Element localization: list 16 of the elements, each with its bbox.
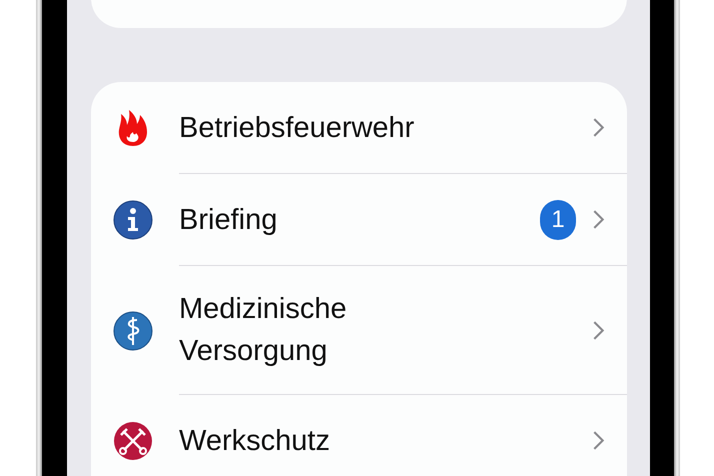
caduceus-icon (113, 310, 153, 350)
chevron-right-icon (592, 209, 605, 230)
info-icon (113, 200, 153, 240)
menu-label: Betriebsfeuerwehr (179, 110, 416, 146)
menu-label: Briefing (179, 202, 278, 238)
menu-item[interactable]: Betriebsfeuerwehr (113, 82, 627, 174)
menu-label: Medizinische Versorgung (179, 292, 348, 369)
chevron-right-icon (592, 430, 605, 451)
menu-label: Werkschutz (179, 424, 331, 458)
crossed-keys-icon (113, 420, 153, 460)
menu-item[interactable]: Werkschutz (113, 395, 627, 476)
notification-count: 1 (540, 200, 576, 240)
menu-item[interactable]: Medizinische Versorgung (113, 266, 627, 395)
chevron-right-icon (592, 320, 605, 340)
menu-item[interactable]: Briefing 1 (113, 174, 627, 266)
chevron-right-icon (592, 117, 605, 138)
